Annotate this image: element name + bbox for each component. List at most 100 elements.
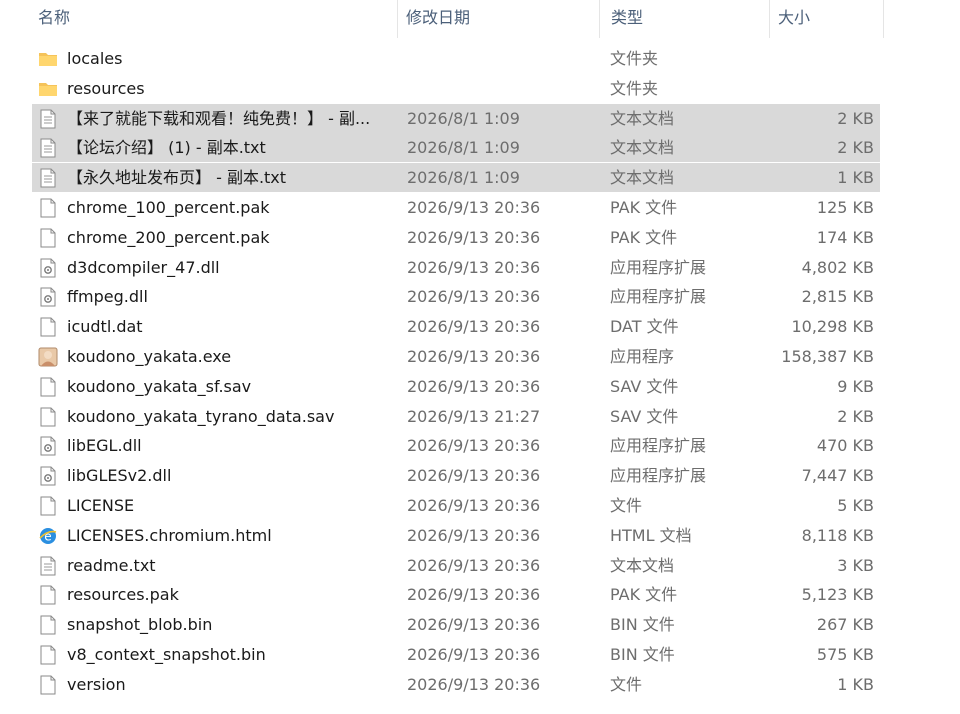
file-size: 158,387 KB xyxy=(781,347,874,366)
file-type: 文件夹 xyxy=(610,49,659,68)
file-row[interactable]: 【永久地址发布页】 - 副本.txt 2026/8/1 1:09 文本文档 1 KB xyxy=(32,163,880,192)
file-modified-date: 2026/9/13 20:36 xyxy=(407,526,541,545)
file-name: version xyxy=(67,675,126,694)
text-file-icon xyxy=(38,138,58,158)
file-modified-date: 2026/9/13 20:36 xyxy=(407,645,541,664)
column-header-name[interactable]: 名称 xyxy=(32,0,398,38)
file-icon xyxy=(38,585,58,605)
html-icon: e xyxy=(38,526,58,546)
file-size: 1 KB xyxy=(837,675,874,694)
file-name: libEGL.dll xyxy=(67,436,142,455)
file-row[interactable]: icudtl.dat 2026/9/13 20:36 DAT 文件 10,298 KB xyxy=(32,312,880,341)
file-size: 125 KB xyxy=(816,198,874,217)
file-modified-date: 2026/9/13 20:36 xyxy=(407,496,541,515)
column-header-date[interactable]: 修改日期 xyxy=(400,0,600,38)
file-size: 9 KB xyxy=(837,377,874,396)
file-name: LICENSE xyxy=(67,496,135,515)
file-row[interactable]: locales 文件夹 xyxy=(32,44,880,73)
file-row[interactable]: chrome_100_percent.pak 2026/9/13 20:36 PAK… xyxy=(32,193,880,222)
dll-icon xyxy=(38,258,58,278)
file-row[interactable]: libEGL.dll 2026/9/13 20:36 应用程序扩展 470 KB xyxy=(32,431,880,460)
file-name: locales xyxy=(67,49,123,68)
dll-icon xyxy=(38,287,58,307)
file-modified-date: 2026/9/13 20:36 xyxy=(407,436,541,455)
file-type: 应用程序 xyxy=(610,347,675,366)
file-row[interactable]: koudono_yakata.exe 2026/9/13 20:36 应用程序 158… xyxy=(32,342,880,371)
dll-icon xyxy=(38,436,58,456)
file-type: 文本文档 xyxy=(610,168,675,187)
sort-ascending-icon: ⌃ xyxy=(206,0,218,3)
file-size: 5,123 KB xyxy=(801,585,874,604)
file-type: 应用程序扩展 xyxy=(610,466,707,485)
file-size: 575 KB xyxy=(816,645,874,664)
file-modified-date: 2026/9/13 20:36 xyxy=(407,556,541,575)
file-size: 2 KB xyxy=(837,109,874,128)
file-modified-date: 2026/9/13 20:36 xyxy=(407,615,541,634)
file-modified-date: 2026/9/13 20:36 xyxy=(407,347,541,366)
file-row[interactable]: version 2026/9/13 20:36 文件 1 KB xyxy=(32,670,880,699)
file-type: 文本文档 xyxy=(610,109,675,128)
file-name: koudono_yakata.exe xyxy=(67,347,232,366)
file-type: 应用程序扩展 xyxy=(610,436,707,455)
file-icon xyxy=(38,377,58,397)
file-row[interactable]: 【论坛介绍】 (1) - 副本.txt 2026/8/1 1:09 文本文档 2 KB xyxy=(32,133,880,162)
file-row[interactable]: koudono_yakata_tyrano_data.sav 2026/9/13 … xyxy=(32,402,880,431)
file-modified-date: 2026/9/13 20:36 xyxy=(407,317,541,336)
column-header-size[interactable]: 大小 xyxy=(772,0,884,38)
file-size: 2 KB xyxy=(837,407,874,426)
file-row[interactable]: resources 文件夹 xyxy=(32,74,880,103)
file-size: 267 KB xyxy=(816,615,874,634)
file-row[interactable]: koudono_yakata_sf.sav 2026/9/13 20:36 SAV … xyxy=(32,372,880,401)
file-name: ffmpeg.dll xyxy=(67,287,148,306)
file-icon xyxy=(38,228,58,248)
file-type: 文本文档 xyxy=(610,556,675,575)
file-name: koudono_yakata_tyrano_data.sav xyxy=(67,407,335,426)
column-header-name-label: 名称 xyxy=(38,8,71,27)
file-row[interactable]: d3dcompiler_47.dll 2026/9/13 20:36 应用程序扩展 4… xyxy=(32,253,880,282)
file-type: SAV 文件 xyxy=(610,377,679,396)
file-row[interactable]: 【来了就能下载和观看！纯免费！】 - 副... 2026/8/1 1:09 文本文档… xyxy=(32,104,880,133)
file-modified-date: 2026/8/1 1:09 xyxy=(407,138,520,157)
file-row[interactable]: LICENSE 2026/9/13 20:36 文件 5 KB xyxy=(32,491,880,520)
file-row[interactable]: libGLESv2.dll 2026/9/13 20:36 应用程序扩展 7,447 … xyxy=(32,461,880,490)
file-size: 5 KB xyxy=(837,496,874,515)
file-icon xyxy=(38,675,58,695)
column-header-date-label: 修改日期 xyxy=(406,8,471,27)
file-name: d3dcompiler_47.dll xyxy=(67,258,220,277)
file-size: 10,298 KB xyxy=(791,317,874,336)
file-icon xyxy=(38,615,58,635)
column-header-type[interactable]: 类型 xyxy=(605,0,770,38)
file-type: 文件夹 xyxy=(610,79,659,98)
file-type: 应用程序扩展 xyxy=(610,258,707,277)
file-icon xyxy=(38,496,58,516)
file-modified-date: 2026/9/13 20:36 xyxy=(407,585,541,604)
file-name: LICENSES.chromium.html xyxy=(67,526,272,545)
file-type: 应用程序扩展 xyxy=(610,287,707,306)
file-size: 2,815 KB xyxy=(801,287,874,306)
file-name: 【论坛介绍】 (1) - 副本.txt xyxy=(67,138,266,157)
file-type: DAT 文件 xyxy=(610,317,679,336)
file-icon xyxy=(38,317,58,337)
app-icon xyxy=(38,347,58,367)
file-name: resources.pak xyxy=(67,585,179,604)
file-size: 8,118 KB xyxy=(801,526,874,545)
file-size: 1 KB xyxy=(837,168,874,187)
file-name: snapshot_blob.bin xyxy=(67,615,213,634)
column-header-bar: 名称 ⌃ 修改日期 类型 大小 xyxy=(0,0,960,38)
folder-icon xyxy=(38,79,58,99)
file-row[interactable]: v8_context_snapshot.bin 2026/9/13 20:36 BI… xyxy=(32,640,880,669)
file-row[interactable]: resources.pak 2026/9/13 20:36 PAK 文件 5,123 … xyxy=(32,580,880,609)
file-modified-date: 2026/8/1 1:09 xyxy=(407,168,520,187)
file-type: HTML 文档 xyxy=(610,526,692,545)
file-type: 文本文档 xyxy=(610,138,675,157)
file-row[interactable]: ffmpeg.dll 2026/9/13 20:36 应用程序扩展 2,815 KB xyxy=(32,282,880,311)
file-row[interactable]: chrome_200_percent.pak 2026/9/13 20:36 PAK… xyxy=(32,223,880,252)
file-modified-date: 2026/8/1 1:09 xyxy=(407,109,520,128)
file-row[interactable]: snapshot_blob.bin 2026/9/13 20:36 BIN 文件 26… xyxy=(32,610,880,639)
file-name: icudtl.dat xyxy=(67,317,143,336)
file-row[interactable]: readme.txt 2026/9/13 20:36 文本文档 3 KB xyxy=(32,551,880,580)
file-name: 【永久地址发布页】 - 副本.txt xyxy=(67,168,287,187)
dll-icon xyxy=(38,466,58,486)
file-row[interactable]: e LICENSES.chromium.html 2026/9/13 20:36 HT… xyxy=(32,521,880,550)
file-size: 4,802 KB xyxy=(801,258,874,277)
